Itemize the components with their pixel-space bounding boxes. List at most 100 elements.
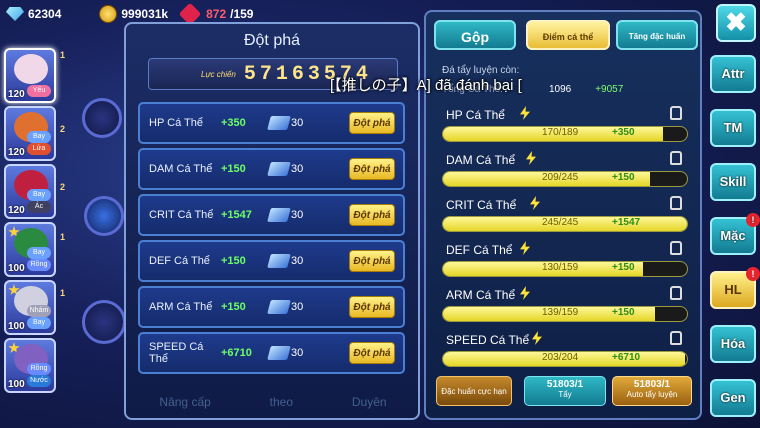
gold-value: 999031k [121,7,169,21]
side-tab-label: Hóa [720,336,746,351]
pokemon-slot[interactable]: 120 Yếu [4,48,56,103]
stat-label: DAM Cá Thể [149,163,213,175]
stamina-current: 872 [206,7,227,21]
held-item-orb[interactable] [82,98,122,138]
stat-name: DAM Cá Thể [446,153,516,167]
pokemon-level: 100 [8,379,25,390]
alert-badge: ! [746,267,760,281]
breakthrough-row: HP Cá Thể +350 30 Đột phá [138,102,405,144]
gem-value: 62304 [28,7,62,21]
type-tag-2: Nước [27,375,51,387]
type-tag-2: Rồng [27,259,51,271]
type-tag: Yếu [27,85,51,97]
bolt-icon [520,286,530,300]
tab-follow[interactable]: theo [270,395,293,421]
material-icon [267,116,291,130]
stat-count: 130/159 [542,262,579,273]
breakthrough-row: SPEED Cá Thể +6710 30 Đột phá [138,332,405,374]
breakthrough-button[interactable]: Đột phá [349,112,395,134]
pokemon-level: 100 [8,321,25,332]
lock-icon[interactable] [670,331,682,345]
stat-label: SPEED Cá Thể [149,341,204,365]
pokemon-slot[interactable]: 120 Bay Ác [4,164,56,219]
breakthrough-row: CRIT Cá Thể +1547 30 Đột phá [138,194,405,236]
pokemon-slot[interactable]: 120 Bay Lửa [4,106,56,161]
stat-count: 209/245 [542,172,579,183]
stat-row: DEF Cá Thể 130/159 +150 [442,241,688,285]
stat-gain: +150 [612,307,635,318]
bolt-icon [530,196,540,210]
side-tab-hl[interactable]: HL! [710,267,760,309]
breakthrough-button[interactable]: Đột phá [349,250,395,272]
stat-bonus: +150 [221,163,246,175]
bolt-icon [520,106,530,120]
breakthrough-button[interactable]: Đột phá [349,296,395,318]
auto-wash-button[interactable]: 51803/1 Auto tẩy luyện [612,376,692,406]
rank-badge: 2 [60,124,66,134]
side-tab-gen[interactable]: Gen [710,379,756,417]
breakthrough-title: Đột phá [243,32,301,49]
side-tab-skill[interactable]: Skill [710,163,756,201]
side-tab-label: Skill [719,174,747,189]
pokemon-slot[interactable]: 100 Rồng Nước [4,338,56,393]
stat-row: ARM Cá Thể 139/159 +150 [442,286,688,330]
bottom-tabs: Nâng cấp theo Duyên [130,395,416,421]
material-cost: 30 [291,301,304,313]
type-tag-2: Ác [27,201,51,213]
breakthrough-row: DAM Cá Thể +150 30 Đột phá [138,148,405,190]
auto-wash-label: Auto tẩy luyện [626,390,678,399]
material-cost: 30 [291,117,304,129]
stat-count: 139/159 [542,307,579,318]
stat-row: DAM Cá Thể 209/245 +150 [442,151,688,195]
stat-gain: +1547 [612,217,641,228]
tab-individual-points[interactable]: Điểm cá thể [526,20,610,50]
lock-icon[interactable] [670,196,682,210]
gem-counter: 62304 [6,7,61,21]
stat-label: CRIT Cá Thể [149,209,214,221]
tab-special-training[interactable]: Tăng đặc huấn [616,20,698,50]
breakthrough-button[interactable]: Đột phá [349,342,395,364]
stamina-max: /159 [230,7,254,21]
gem-orb[interactable] [82,300,126,344]
material-icon [267,208,291,222]
bolt-icon [520,241,530,255]
lock-icon[interactable] [670,241,682,255]
lock-orb[interactable] [84,196,124,236]
side-tab-attr[interactable]: Attr [710,55,756,93]
stat-gain: +150 [612,262,635,273]
stat-name: DEF Cá Thể [446,243,513,257]
broadcast-marquee: [【推しの子】A] đã đánh bại [ [330,77,522,94]
breakthrough-row: DEF Cá Thể +150 30 Đột phá [138,240,405,282]
pokemon-slot[interactable]: 100 Bay Rồng [4,222,56,277]
side-tab-tm[interactable]: TM [710,109,756,147]
alert-badge: ! [746,213,760,227]
stamina-counter: 872/159 [178,2,254,26]
lock-icon[interactable] [670,151,682,165]
side-tab-label: Attr [721,66,745,81]
lock-icon[interactable] [670,106,682,120]
stat-row: HP Cá Thể 170/189 +350 [442,106,688,150]
side-tab-transform[interactable]: Hóa [710,325,756,363]
stat-bonus: +6710 [221,347,252,359]
limit-training-button[interactable]: Đặc huấn cực hạn [436,376,512,406]
side-tab-costume[interactable]: Mặc! [710,213,760,255]
type-tag: Bay [27,131,51,143]
tab-upgrade[interactable]: Nâng cấp [159,395,210,421]
rank-badge: 1 [60,232,66,242]
tab-merge[interactable]: Gộp [434,20,516,50]
pokemon-slot[interactable]: 100 Nhám Bay [4,280,56,335]
wash-button[interactable]: 51803/1 Tẩy [524,376,606,406]
total-gain: +9057 [595,84,624,95]
stat-bonus: +1547 [221,209,252,221]
breakthrough-button[interactable]: Đột phá [349,204,395,226]
tab-bond[interactable]: Duyên [352,395,387,421]
bolt-icon [526,151,536,165]
wash-count: 51803/1 [546,379,584,390]
stat-bonus: +150 [221,255,246,267]
auto-wash-count: 51803/1 [633,379,671,390]
close-icon[interactable]: ✖ [716,4,756,42]
gold-counter: 999031k [99,5,168,23]
lock-icon[interactable] [670,286,682,300]
breakthrough-button[interactable]: Đột phá [349,158,395,180]
material-icon [267,346,291,360]
